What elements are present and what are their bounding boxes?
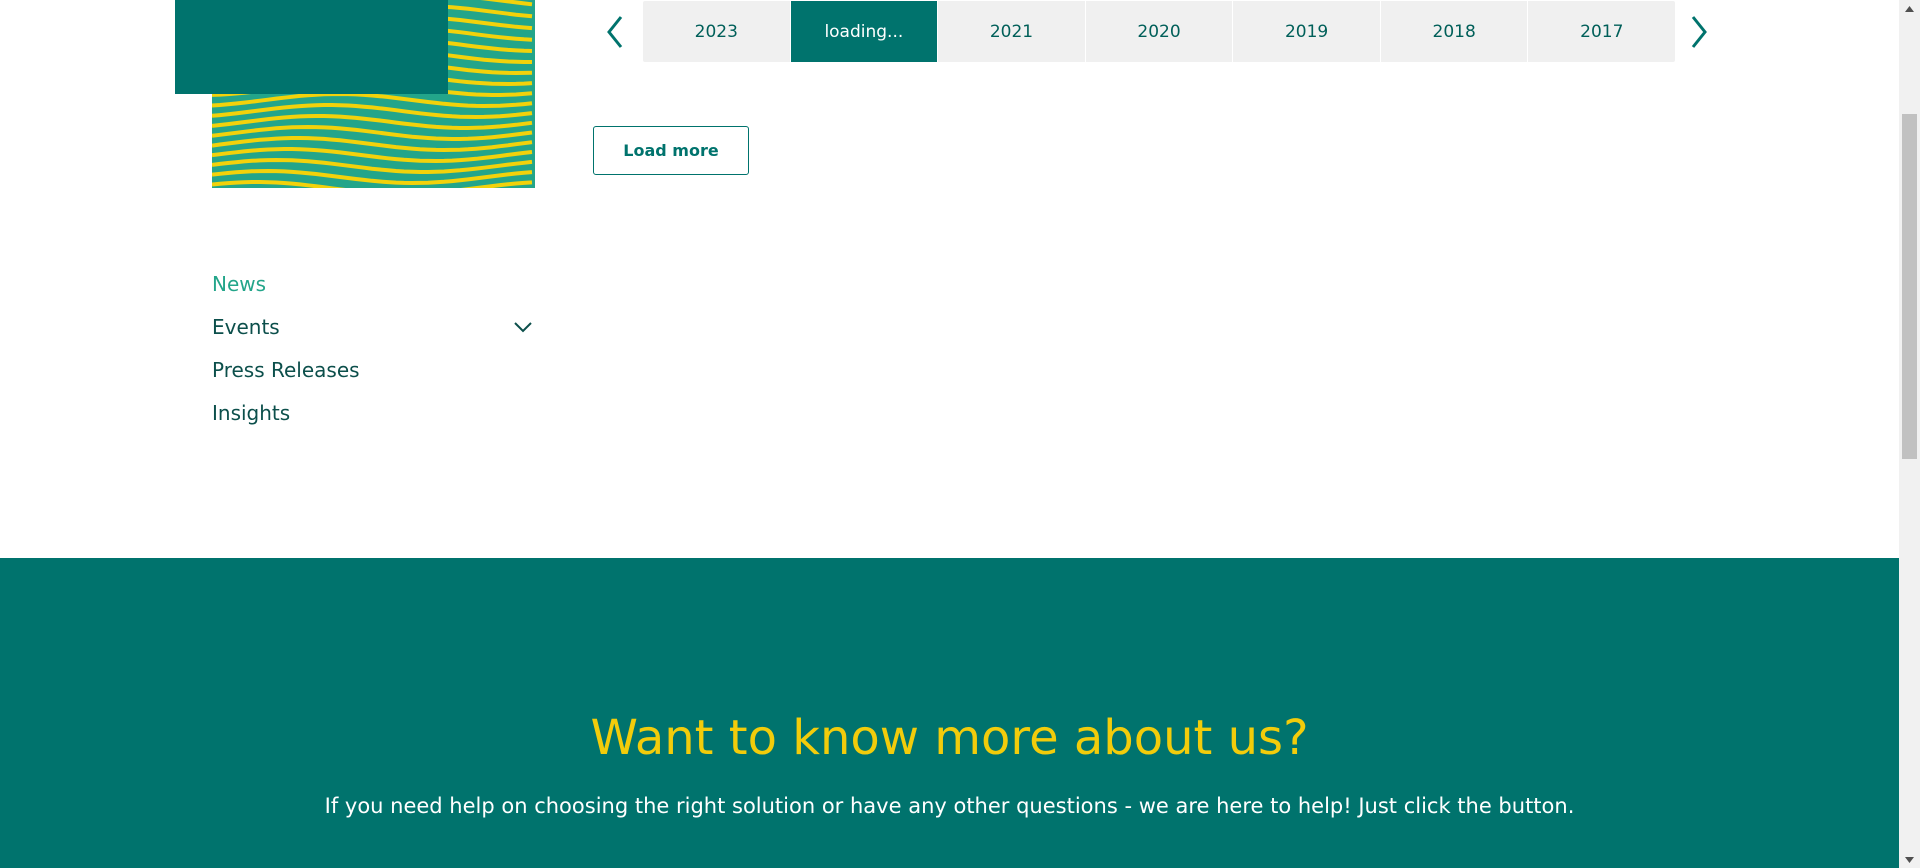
sidebar-item-label: Events (212, 314, 280, 339)
tab-year-2018[interactable]: 2018 (1381, 1, 1529, 62)
hero-teal-block (175, 0, 448, 94)
sidebar-item-news[interactable]: News (212, 262, 537, 305)
tab-year-2017[interactable]: 2017 (1528, 1, 1675, 62)
chevron-down-icon[interactable] (513, 320, 533, 334)
sidebar-nav: News Events Press Releases Insights (212, 262, 537, 434)
tab-year-2023[interactable]: 2023 (643, 1, 791, 62)
scrollbar-thumb[interactable] (1902, 114, 1917, 459)
contact-cta-section: Want to know more about us? If you need … (0, 558, 1899, 868)
tab-year-2020[interactable]: 2020 (1086, 1, 1234, 62)
scroll-down-arrow-icon[interactable] (1899, 851, 1920, 868)
load-more-button[interactable]: Load more (593, 126, 749, 175)
sidebar-item-press-releases[interactable]: Press Releases (212, 348, 537, 391)
sidebar-item-insights[interactable]: Insights (212, 391, 537, 434)
cta-title: Want to know more about us? (590, 710, 1309, 766)
sidebar-item-events[interactable]: Events (212, 305, 537, 348)
year-tabs: 2023 loading... 2021 2020 2019 2018 2017 (643, 1, 1675, 62)
chevron-left-icon[interactable] (600, 12, 630, 52)
scroll-up-arrow-icon[interactable] (1899, 0, 1920, 17)
vertical-scrollbar[interactable] (1899, 0, 1920, 868)
cta-text: If you need help on choosing the right s… (324, 794, 1575, 818)
sidebar-item-label: Press Releases (212, 357, 360, 382)
page: 2023 loading... 2021 2020 2019 2018 2017… (0, 0, 1899, 868)
tab-year-2019[interactable]: 2019 (1233, 1, 1381, 62)
tab-year-loading[interactable]: loading... (790, 1, 939, 62)
sidebar-item-label: Insights (212, 400, 291, 425)
tab-year-2021[interactable]: 2021 (938, 1, 1086, 62)
chevron-right-icon[interactable] (1684, 12, 1714, 52)
sidebar-item-label: News (212, 271, 267, 296)
